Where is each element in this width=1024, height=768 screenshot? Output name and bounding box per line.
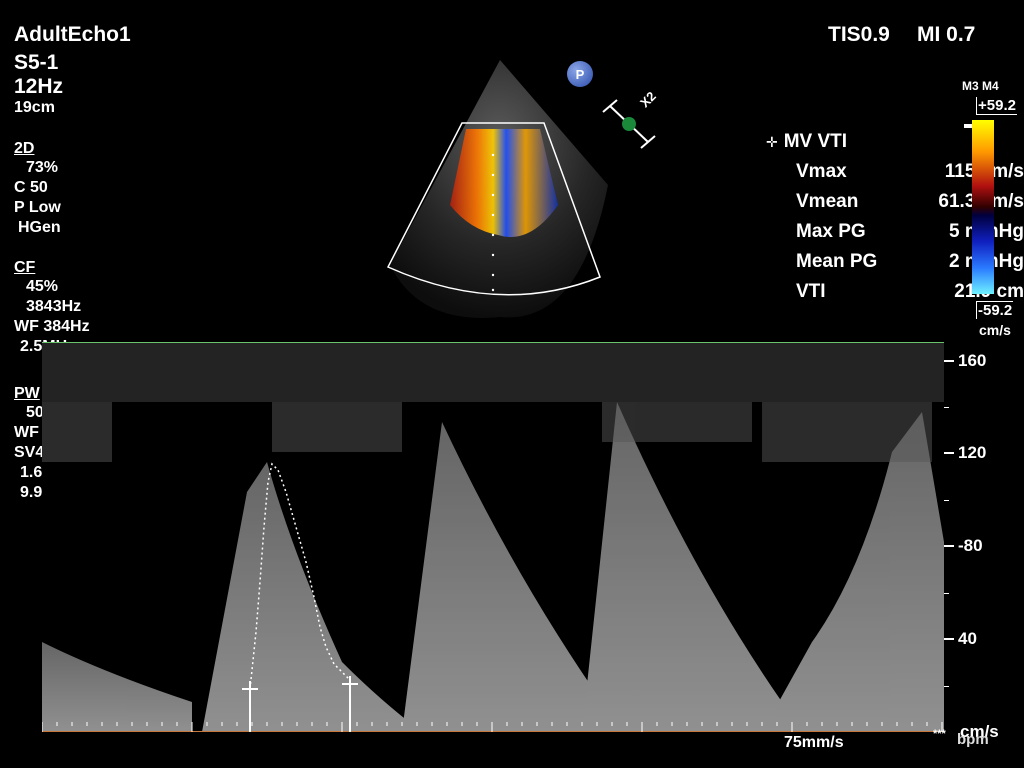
- probe-name: S5-1: [14, 51, 59, 74]
- freq-2d: HGen: [18, 219, 61, 236]
- heart-rate-value: ***: [933, 728, 946, 740]
- measurement-label: Vmax: [796, 161, 847, 182]
- section-label-2d: 2D: [14, 140, 35, 157]
- velocity-minor-tick: [944, 407, 949, 408]
- section-label-cf: CF: [14, 259, 36, 276]
- velocity-tick-label: 40: [958, 629, 977, 649]
- velocity-axis: 160 120 -80 40: [944, 342, 1024, 732]
- color-velocity-bar: [972, 120, 994, 294]
- params-2d: 2D 73% C 50 P Low HGen: [14, 140, 61, 238]
- velocity-minor-tick: [944, 546, 949, 548]
- velocity-tick-label: 120: [958, 443, 987, 463]
- wall-filter-cf: WF 384Hz: [14, 318, 90, 335]
- velocity-tick-label: -80: [958, 536, 983, 556]
- sample-gate-cursor[interactable]: [598, 92, 668, 154]
- time-axis-ticks: [42, 722, 943, 732]
- mi-readout: MI 0.7: [917, 23, 976, 46]
- probe-badge-label: P: [575, 66, 585, 82]
- color-flow-jet: [450, 129, 558, 237]
- measurement-label: VTI: [796, 281, 826, 302]
- aliased-signal-band: [42, 342, 944, 402]
- frame-rate: 12Hz: [14, 75, 64, 98]
- crosshair-icon: ✛: [766, 133, 778, 150]
- velocity-minor-tick: [944, 499, 949, 501]
- pw-doppler-spectrum[interactable]: [42, 342, 944, 732]
- color-flow-sector[interactable]: [380, 55, 620, 325]
- velocity-minor-tick: [944, 360, 949, 362]
- depth-readout: 19cm: [14, 99, 55, 116]
- velocity-tick-label: 160: [958, 350, 987, 370]
- color-scale-min: -59.2: [976, 301, 1014, 319]
- preset-name: AdultEcho1: [14, 23, 131, 46]
- power-2d: P Low: [14, 199, 61, 216]
- measurement-title: MV VTI: [783, 131, 848, 152]
- velocity-minor-tick: [944, 685, 949, 687]
- measurement-label: Mean PG: [796, 251, 878, 272]
- probe-orientation-badge: P: [567, 61, 593, 87]
- velocity-minor-tick: [944, 453, 949, 455]
- sweep-speed: 75mm/s: [784, 734, 844, 751]
- measurement-label: Vmean: [796, 191, 859, 212]
- color-scale-max: +59.2: [976, 97, 1017, 115]
- tis-readout: TIS0.9: [828, 23, 890, 46]
- compress-2d: C 50: [14, 179, 48, 196]
- gain-cf: 45%: [26, 278, 59, 295]
- color-map-label: M3 M4: [962, 79, 999, 93]
- measurement-label: Max PG: [796, 221, 866, 242]
- velocity-minor-tick: [944, 639, 949, 641]
- heart-rate-unit: bpm: [957, 731, 989, 748]
- gate-handle-icon[interactable]: [622, 117, 636, 131]
- gain-2d: 73%: [26, 159, 59, 176]
- color-scale-unit: cm/s: [979, 322, 1011, 338]
- velocity-minor-tick: [944, 592, 949, 594]
- prf-cf: 3843Hz: [26, 298, 82, 315]
